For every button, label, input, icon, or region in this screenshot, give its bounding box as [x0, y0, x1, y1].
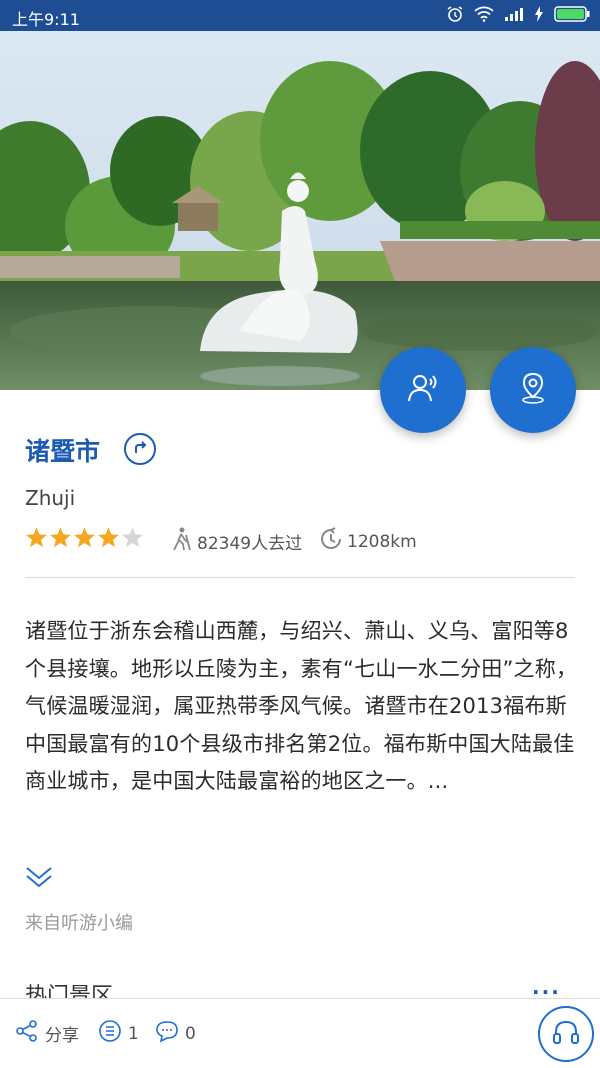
comment-button[interactable]: 0: [155, 1019, 196, 1048]
status-icons: [446, 5, 590, 23]
description-text: 诸暨位于浙东会稽山西麓，与绍兴、萧山、义乌、富阳等8个县接壤。地形以丘陵为主，素…: [25, 619, 578, 793]
share-icon: [15, 1019, 39, 1048]
star-filled-icon: [98, 527, 119, 548]
star-filled-icon: [26, 527, 47, 548]
comment-count: 0: [185, 1023, 196, 1044]
signal-icon: [504, 7, 524, 21]
forward-button[interactable]: [124, 433, 156, 465]
wifi-icon: [474, 6, 494, 22]
share-button[interactable]: 分享: [15, 1019, 79, 1048]
list-button[interactable]: 1: [98, 1019, 139, 1048]
divider: [25, 577, 575, 578]
list-count: 1: [128, 1023, 139, 1044]
location-pin-icon: [516, 371, 550, 409]
distance-stat: 1208km: [318, 526, 417, 557]
hiker-icon: [168, 526, 194, 557]
bottom-bar: 分享 1 0: [0, 998, 600, 1068]
comment-icon: [155, 1019, 179, 1048]
audio-player-button[interactable]: [538, 1006, 594, 1062]
expand-button[interactable]: [25, 864, 53, 894]
audio-guide-button[interactable]: [380, 347, 466, 433]
star-filled-icon: [74, 527, 95, 548]
star-filled-icon: [50, 527, 71, 548]
hero-image: [0, 31, 600, 390]
forward-arrow-icon: [132, 439, 148, 459]
battery-icon: [554, 6, 590, 22]
share-label: 分享: [45, 1026, 79, 1046]
status-bar: 上午9:11: [0, 0, 600, 31]
page-title: 诸暨市: [25, 437, 101, 466]
charging-icon: [534, 6, 544, 22]
location-button[interactable]: [490, 347, 576, 433]
page-subtitle: Zhuji: [25, 486, 76, 510]
visits-count: 82349人去过: [197, 534, 303, 554]
status-time: 上午9:11: [12, 10, 80, 29]
star-empty-icon: [122, 527, 143, 548]
alarm-icon: [446, 5, 464, 23]
double-chevron-down-icon: [25, 867, 53, 894]
source-credit: 来自听游小编: [25, 913, 133, 934]
headphones-icon: [551, 1017, 581, 1051]
audio-guide-person-icon: [406, 371, 440, 409]
rating-stars: [25, 526, 144, 549]
distance-value: 1208km: [347, 531, 417, 552]
distance-icon: [318, 526, 344, 557]
visits-stat: 82349人去过: [168, 526, 302, 557]
list-icon: [98, 1019, 122, 1048]
